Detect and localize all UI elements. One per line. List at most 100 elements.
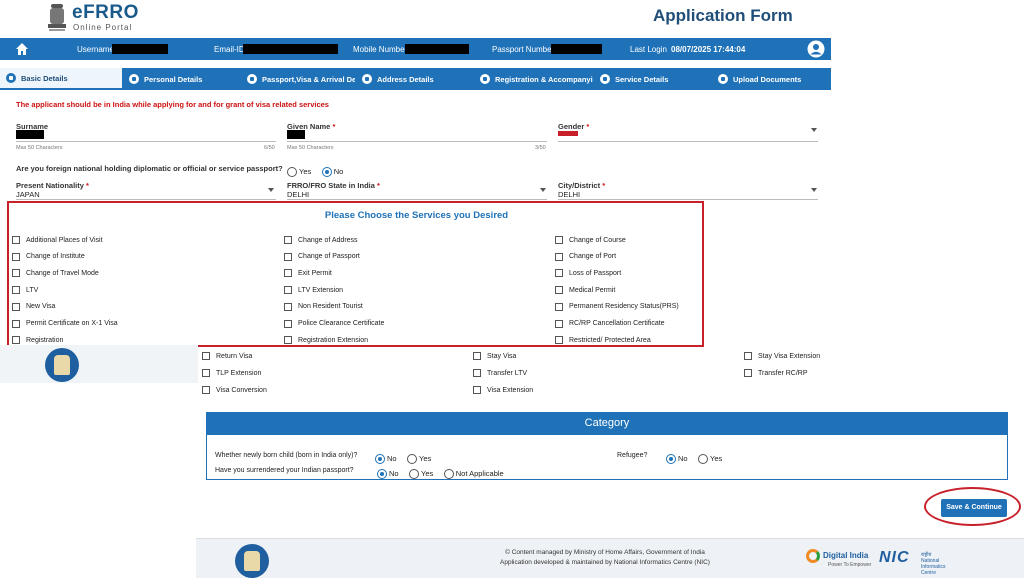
service-checkbox[interactable] — [473, 369, 481, 377]
no-label: No — [333, 167, 344, 177]
tab-label: Address Details — [377, 74, 434, 84]
tab-service-details[interactable]: Service Details — [594, 68, 711, 90]
refugee-radio-group: No Yes — [666, 450, 722, 468]
no-label: No — [678, 454, 688, 464]
person-icon — [129, 74, 139, 84]
gender-underline[interactable] — [558, 141, 818, 142]
nationality-label: Present Nationality * — [16, 181, 89, 190]
service-checkbox-label: Visa Conversion — [216, 386, 267, 394]
service-checkbox-label: Visa Extension — [487, 386, 534, 394]
surname-field[interactable] — [16, 130, 44, 139]
tab-address-details[interactable]: Address Details — [356, 68, 473, 90]
no-label: No — [387, 454, 397, 464]
tab-label: Personal Details — [144, 74, 203, 84]
gender-label-text: Gender — [558, 122, 585, 131]
username-label: Username — [77, 45, 114, 54]
save-button-highlight — [924, 487, 1021, 526]
service-checkbox[interactable] — [744, 352, 752, 360]
no-label: No — [389, 469, 399, 479]
nationality-caret-icon[interactable] — [268, 188, 274, 192]
service-checkbox[interactable] — [473, 352, 481, 360]
surrendered-radio-group: No Yes Not Applicable — [377, 465, 504, 483]
tab-label: Basic Details — [21, 73, 68, 83]
left-emblem-band — [0, 345, 198, 383]
tab-upload-documents[interactable]: Upload Documents — [712, 68, 831, 90]
yes-label: Yes — [419, 454, 432, 464]
city-caret-icon[interactable] — [811, 188, 817, 192]
last-login-value: 08/07/2025 17:44:04 — [671, 45, 746, 54]
diplomatic-yes-radio[interactable] — [287, 166, 297, 177]
yes-label: Yes — [421, 469, 434, 479]
user-avatar-icon[interactable] — [807, 40, 825, 58]
gender-dropdown-caret-icon[interactable] — [811, 128, 817, 132]
nationality-select[interactable]: JAPAN — [16, 190, 40, 199]
digital-india-logo: Digital India — [806, 549, 868, 563]
username-value — [112, 44, 168, 54]
tab-personal-details[interactable]: Personal Details — [123, 68, 240, 90]
service-checkbox-item[interactable]: TLP Extension — [202, 369, 261, 377]
service-checkbox-item[interactable]: Visa Conversion — [202, 386, 267, 394]
upload-icon — [718, 74, 728, 84]
nationality-label-text: Present Nationality — [16, 181, 84, 190]
given-name-field[interactable] — [287, 130, 305, 139]
service-icon — [600, 74, 610, 84]
service-checkbox[interactable] — [744, 369, 752, 377]
tab-label: Upload Documents — [733, 74, 802, 84]
service-checkbox[interactable] — [473, 386, 481, 394]
frro-label: FRRO/FRO State in India * — [287, 181, 380, 190]
frro-caret-icon[interactable] — [540, 188, 546, 192]
mobile-label: Mobile Number — [353, 45, 408, 54]
service-checkbox-item[interactable]: Return Visa — [202, 352, 252, 360]
home-icon[interactable] — [14, 41, 30, 57]
tab-label: Passport,Visa & Arrival Details — [262, 74, 355, 84]
required-marker: * — [586, 122, 590, 131]
address-card-icon — [362, 74, 372, 84]
given-name-hint: Max 50 Characters — [287, 145, 334, 151]
yes-label: Yes — [710, 454, 723, 464]
newborn-no-radio[interactable] — [375, 453, 385, 464]
service-checkbox-item[interactable]: Transfer LTV — [473, 369, 527, 377]
surrendered-na-radio[interactable] — [443, 468, 454, 479]
required-marker: * — [377, 181, 380, 190]
newborn-yes-radio[interactable] — [407, 453, 418, 464]
services-highlight-box — [7, 201, 704, 347]
users-icon — [480, 74, 490, 84]
not-applicable-label: Not Applicable — [455, 469, 504, 479]
service-checkbox-label: Return Visa — [216, 352, 253, 360]
tab-basic-details[interactable]: Basic Details — [0, 68, 122, 90]
service-checkbox-item[interactable]: Visa Extension — [473, 386, 533, 394]
frro-select[interactable]: DELHI — [287, 190, 309, 199]
refugee-no-radio[interactable] — [666, 453, 676, 464]
service-checkbox-label: Stay Visa Extension — [758, 352, 821, 360]
service-checkbox-item[interactable]: Stay Visa — [473, 352, 516, 360]
city-select[interactable]: DELHI — [558, 190, 580, 199]
tab-registration-accompanying[interactable]: Registration & Accompanying — [474, 68, 593, 90]
national-emblem-icon — [45, 348, 79, 382]
refugee-yes-radio[interactable] — [698, 453, 709, 464]
nic-sub-4: Centre — [921, 570, 937, 576]
digital-india-icon — [806, 549, 820, 563]
diplomatic-radio-group: Yes No — [287, 163, 343, 181]
user-info-bar: Username Email-ID Mobile Number Passport… — [0, 38, 831, 60]
tab-passport-visa-arrival[interactable]: Passport,Visa & Arrival Details — [241, 68, 355, 90]
surname-count: 6/50 — [264, 145, 275, 151]
surname-underline — [16, 141, 276, 142]
diplomatic-no-radio[interactable] — [321, 166, 332, 177]
mobile-value — [405, 44, 469, 54]
service-checkbox-label: TLP Extension — [216, 369, 262, 377]
surrendered-no-radio[interactable] — [377, 468, 387, 479]
given-name-count: 3/50 — [535, 145, 546, 151]
service-checkbox[interactable] — [202, 352, 210, 360]
nic-logo: NIC — [879, 549, 910, 566]
service-checkbox[interactable] — [202, 386, 210, 394]
nic-logo-subtext: राष्ट्रीय National Informatics Centre — [921, 552, 945, 576]
required-marker: * — [86, 181, 89, 190]
service-checkbox-item[interactable]: Transfer RC/RP — [744, 369, 808, 377]
last-login-label: Last Login — [630, 45, 667, 54]
digital-india-text: Digital India — [823, 551, 869, 561]
surname-hint: Max 50 Characters — [16, 145, 63, 151]
surrendered-yes-radio[interactable] — [409, 468, 420, 479]
service-checkbox[interactable] — [202, 369, 210, 377]
footer-line-1: © Content managed by Ministry of Home Af… — [505, 549, 705, 556]
service-checkbox-item[interactable]: Stay Visa Extension — [744, 352, 820, 360]
